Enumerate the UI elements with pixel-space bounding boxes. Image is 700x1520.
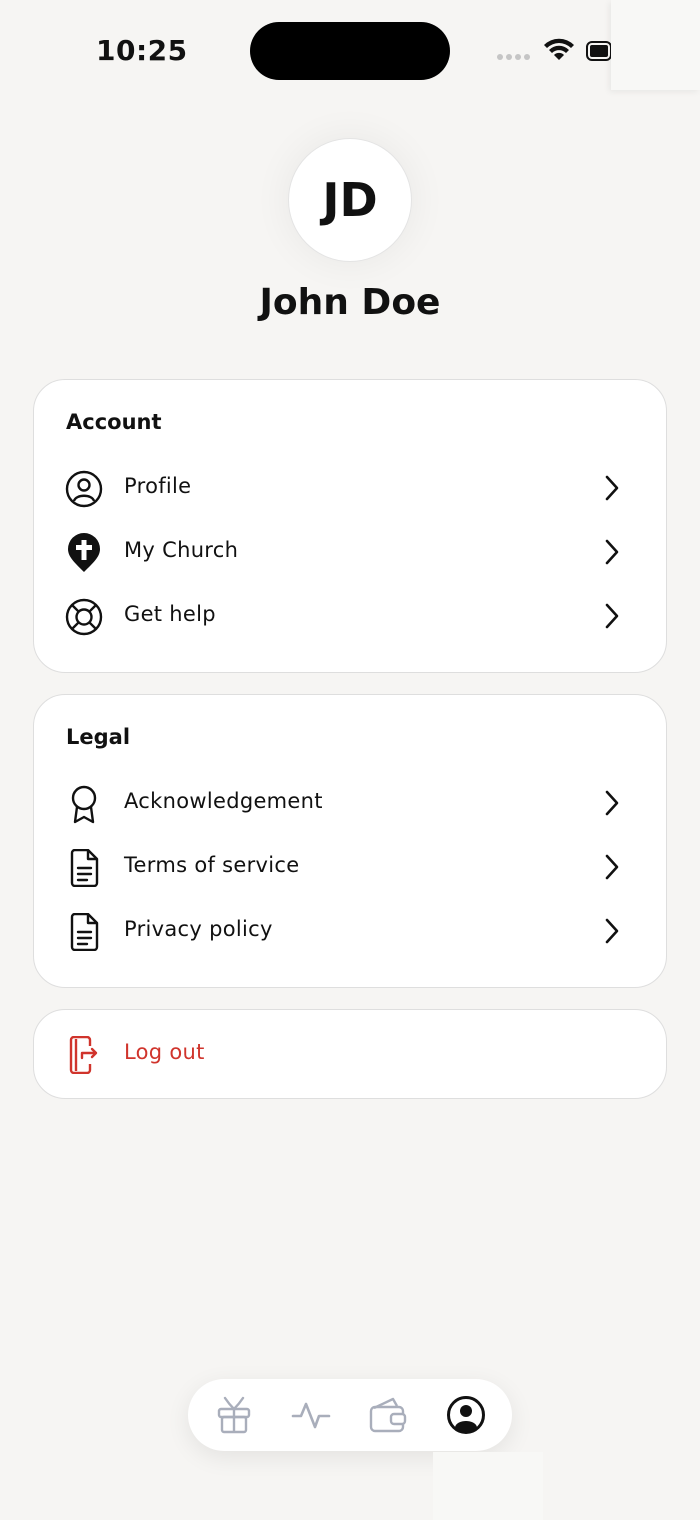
chevron-right-icon: [604, 539, 620, 569]
menu-item-label: My Church: [124, 538, 239, 562]
avatar[interactable]: JD: [288, 138, 412, 262]
menu-item-privacy-policy[interactable]: Privacy policy: [34, 901, 668, 961]
account-card: Account Profile My Church Get help: [33, 379, 667, 673]
legal-section-title: Legal: [66, 725, 131, 749]
menu-item-get-help[interactable]: Get help: [34, 586, 668, 646]
chevron-right-icon: [604, 918, 620, 948]
logout-label: Log out: [124, 1040, 205, 1064]
battery-icon: [586, 40, 612, 66]
logout-icon: [64, 1035, 104, 1075]
wifi-icon: [543, 38, 575, 66]
menu-item-label: Get help: [124, 602, 216, 626]
gift-icon: [217, 1396, 251, 1434]
menu-item-label: Acknowledgement: [124, 789, 323, 813]
church-pin-icon: [64, 533, 104, 573]
legal-card: Legal Acknowledgement Terms of service P…: [33, 694, 667, 988]
chevron-right-icon: [604, 603, 620, 633]
lifebuoy-icon: [64, 597, 104, 637]
document-icon: [64, 848, 104, 888]
award-ribbon-icon: [64, 784, 104, 824]
chevron-right-icon: [604, 475, 620, 505]
overlay-sheet-corner: [433, 1452, 543, 1520]
menu-item-profile[interactable]: Profile: [34, 458, 668, 518]
menu-item-label: Terms of service: [124, 853, 300, 877]
overlay-sheet-corner: [611, 0, 700, 90]
profile-icon: [447, 1396, 485, 1434]
tab-wallet[interactable]: [368, 1395, 408, 1435]
menu-item-terms-of-service[interactable]: Terms of service: [34, 837, 668, 897]
account-section-title: Account: [66, 410, 162, 434]
user-circle-icon: [64, 469, 104, 509]
logout-button[interactable]: Log out: [34, 1024, 668, 1084]
user-name: John Doe: [259, 282, 441, 323]
menu-item-label: Profile: [124, 474, 192, 498]
status-bar: 10:25: [0, 0, 700, 100]
chevron-right-icon: [604, 790, 620, 820]
tab-gifts[interactable]: [214, 1395, 254, 1435]
tab-activity[interactable]: [291, 1395, 331, 1435]
document-icon: [64, 912, 104, 952]
dynamic-island: [250, 22, 450, 80]
menu-item-label: Privacy policy: [124, 917, 273, 941]
menu-item-my-church[interactable]: My Church: [34, 522, 668, 582]
bottom-tab-bar: [188, 1379, 512, 1451]
logout-card[interactable]: Log out: [33, 1009, 667, 1099]
chevron-right-icon: [604, 854, 620, 884]
status-time: 10:25: [96, 34, 188, 67]
wallet-icon: [369, 1397, 407, 1433]
menu-item-acknowledgement[interactable]: Acknowledgement: [34, 773, 668, 833]
tab-profile[interactable]: [446, 1395, 486, 1435]
activity-icon: [291, 1402, 331, 1429]
cellular-signal-icon: [497, 54, 533, 62]
